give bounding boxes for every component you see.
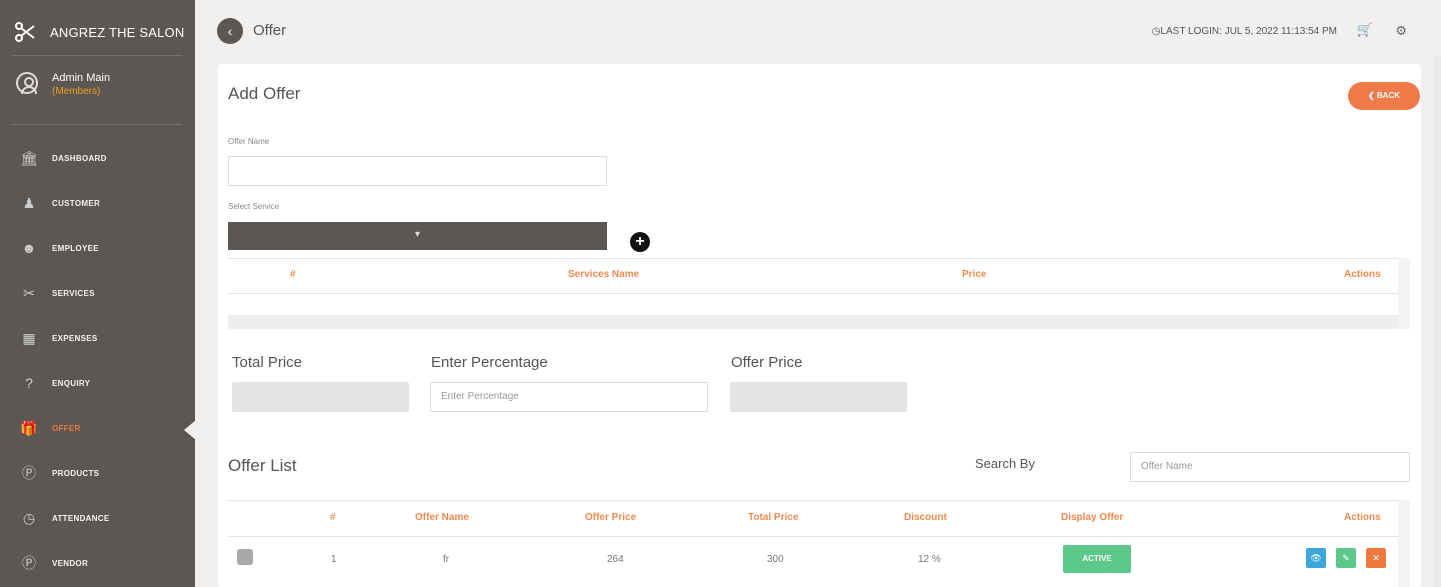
list-col-display: Display Offer [1061,512,1124,523]
divider [228,258,1398,259]
row-discount: 12 % [918,554,941,565]
select-service-label: Select Service [228,202,280,211]
page-title: Offer [253,22,287,39]
back-button-label: BACK [1376,91,1401,100]
percentage-label: Enter Percentage [431,354,548,371]
list-vscroll[interactable] [1398,500,1410,587]
nav-dashboard[interactable]: 🏛 DASHBOARD [0,138,195,178]
back-button[interactable]: ❮ BACK [1348,82,1420,110]
list-col-discount: Discount [904,512,947,523]
services-hscroll[interactable] [228,315,1398,329]
bank-icon: 🏛 [20,149,38,166]
nav-offer[interactable]: 🎁 OFFER [0,408,196,448]
row-offer-name: fr [443,554,450,565]
nav-label: ENQUIRY [52,378,91,388]
total-price-label: Total Price [232,354,303,371]
nav-label: DASHBOARD [52,153,107,163]
user-profile[interactable]: Admin Main (Members) [16,72,110,98]
nav-customer[interactable]: ♟ CUSTOMER [0,183,195,223]
user-role: (Members) [52,86,101,97]
services-vscroll[interactable] [1398,258,1410,329]
cart-icon[interactable]: 🛒 [1357,22,1373,38]
scissors-logo-icon [15,22,35,42]
nav-label: OFFER [52,423,81,433]
services-col-name: Services Name [568,269,640,280]
scissors-icon: ✂ [23,284,35,301]
nav-label: ATTENDANCE [52,513,110,523]
list-col-num: # [330,512,336,523]
top-bar: ‹ Offer ◷LAST LOGIN: JUL 5, 2022 11:13:5… [195,0,1441,56]
offer-name-input[interactable] [228,156,607,186]
nav-label: CUSTOMER [52,198,101,208]
services-col-actions: Actions [1344,269,1381,280]
edit-icon[interactable]: ✎ [1336,548,1356,568]
nav-vendor[interactable]: Ⓟ VENDOR [0,543,195,583]
product-icon: Ⓟ [22,465,36,481]
list-col-actions: Actions [1344,512,1381,523]
service-select[interactable]: ▾ [228,222,607,250]
search-by-label: Search By [975,456,1035,471]
last-login: ◷LAST LOGIN: JUL 5, 2022 11:13:54 PM [1152,26,1337,37]
row-checkbox[interactable] [237,549,253,565]
status-badge[interactable]: ACTIVE [1063,545,1131,573]
nav-employee[interactable]: ☻ EMPLOYEE [0,228,195,268]
row-total-price: 300 [767,554,784,565]
nav-label: SERVICES [52,288,95,298]
divider [228,536,1398,537]
services-col-price: Price [962,269,987,280]
offer-name-label: Offer Name [228,137,270,146]
total-price-field [232,382,409,412]
add-service-icon[interactable]: + [630,232,650,252]
offer-list-heading: Offer List [228,456,297,475]
calculator-icon: ▦ [22,329,36,346]
brand[interactable]: ANGREZ THE SALON [14,20,184,44]
nav-services[interactable]: ✂ SERVICES [0,273,195,313]
active-caret [184,420,196,440]
services-col-num: # [290,269,296,280]
vendor-icon: Ⓟ [22,555,36,571]
divider [12,55,182,56]
brand-title: ANGREZ THE SALON [50,24,185,40]
nav-label: VENDOR [52,558,89,568]
user-avatar-icon [16,72,38,94]
sidebar: ANGREZ THE SALON Admin Main (Members) 🏛 D… [0,0,196,587]
divider [228,500,1398,501]
nav-label: EMPLOYEE [52,243,99,253]
nav-label: EXPENSES [52,333,98,343]
nav-expenses[interactable]: ▦ EXPENSES [0,318,195,358]
chevron-down-icon: ▾ [414,229,421,240]
gear-icon[interactable]: ⚙ [1395,23,1407,39]
list-col-name: Offer Name [415,512,469,523]
view-icon[interactable]: 👁 [1306,548,1326,568]
add-offer-heading: Add Offer [228,84,301,103]
nav-attendance[interactable]: ◷ ATTENDANCE [0,498,195,538]
percentage-input[interactable]: Enter Percentage [430,382,708,412]
search-input[interactable]: Offer Name [1130,452,1410,482]
row-offer-price: 264 [607,554,624,565]
nav-products[interactable]: Ⓟ PRODUCTS [0,453,195,493]
list-col-offer-price: Offer Price [585,512,637,523]
row-num: 1 [331,554,337,565]
offer-price-label: Offer Price [731,354,803,371]
group-icon: ☻ [21,240,37,256]
main-card: Add Offer ❮ BACK Offer Name Select Servi… [218,64,1421,587]
nav-label: PRODUCTS [52,468,100,478]
user-name: Admin Main [52,72,111,84]
nav-enquiry[interactable]: ? ENQUIRY [0,363,195,403]
clock-icon: ◷ [22,509,36,526]
divider [228,293,1398,294]
last-login-text: LAST LOGIN: JUL 5, 2022 11:13:54 PM [1160,26,1337,37]
page-scrollbar[interactable] [1433,56,1441,587]
offer-price-field [730,382,907,412]
delete-icon[interactable]: ✕ [1366,548,1386,568]
list-col-total-price: Total Price [748,512,799,523]
person-icon: ♟ [22,194,36,211]
divider [12,124,182,125]
gift-icon: 🎁 [20,419,38,436]
back-arrow-icon[interactable]: ‹ [217,18,243,44]
question-icon: ? [25,375,33,391]
